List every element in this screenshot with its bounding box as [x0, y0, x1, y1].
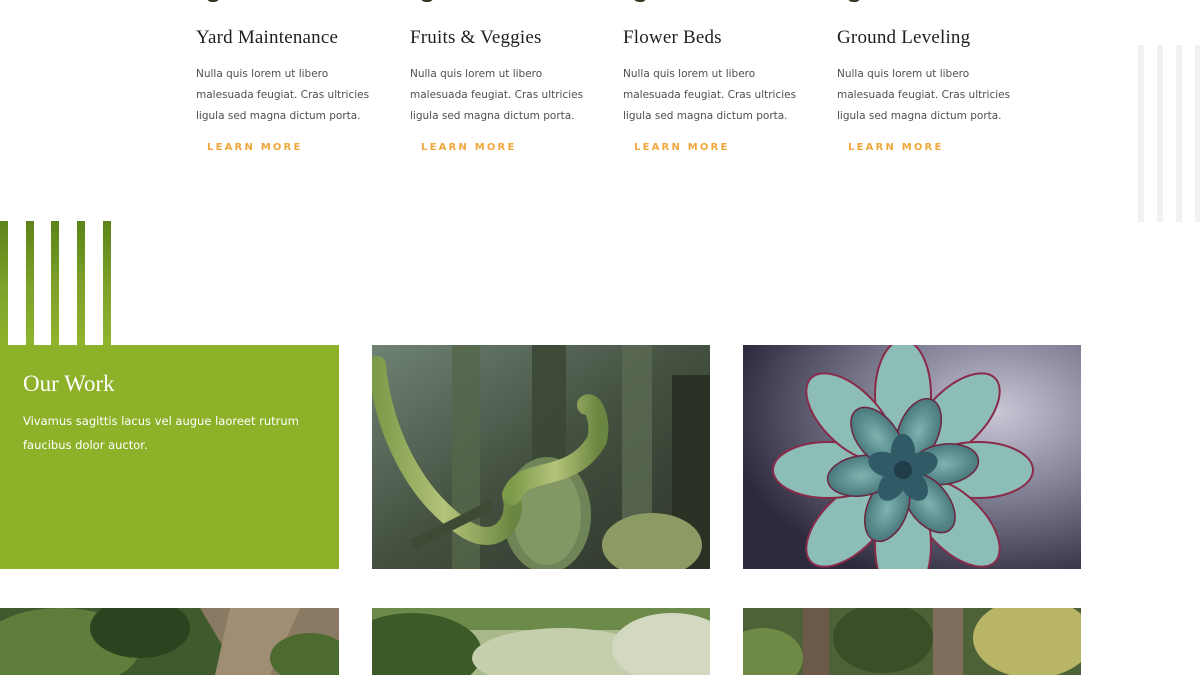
stripe [1195, 45, 1200, 222]
service-description: Nulla quis lorem ut libero malesuada feu… [623, 68, 797, 122]
succulent-photo-icon [743, 345, 1081, 569]
learn-more-link[interactable]: LEARN MORE [207, 142, 302, 153]
stripe [51, 221, 59, 345]
section-description: Vivamus sagittis lacus vel augue laoreet… [23, 414, 299, 452]
stripe [0, 221, 8, 345]
learn-more-link[interactable]: LEARN MORE [634, 142, 729, 153]
service-ground-leveling: Ground Leveling Nulla quis lorem ut libe… [837, 0, 1027, 155]
cactus-photo-icon [372, 345, 710, 569]
service-icon [847, 0, 861, 2]
gallery-image-shrub-garden[interactable] [372, 608, 710, 675]
stripe [1138, 45, 1144, 222]
stripe [77, 221, 85, 345]
service-title: Fruits & Veggies [410, 27, 542, 48]
section-title: Our Work [23, 371, 115, 396]
gallery-image-forest-plants[interactable] [743, 608, 1081, 675]
our-work-panel: Our Work Vivamus sagittis lacus vel augu… [0, 345, 339, 569]
gallery-image-succulent[interactable] [743, 345, 1081, 569]
decorative-stripes-right [1138, 45, 1200, 222]
garden-path-photo-icon [0, 608, 339, 675]
service-title: Yard Maintenance [196, 27, 339, 48]
service-icon [420, 0, 434, 2]
service-yard-maintenance: Yard Maintenance Nulla quis lorem ut lib… [196, 0, 386, 155]
stripe [1176, 45, 1182, 222]
forest-plants-photo-icon [743, 608, 1081, 675]
service-description: Nulla quis lorem ut libero malesuada feu… [837, 68, 1011, 122]
learn-more-link[interactable]: LEARN MORE [421, 142, 516, 153]
service-icon [633, 0, 647, 2]
learn-more-link[interactable]: LEARN MORE [848, 142, 943, 153]
stripe [103, 221, 111, 345]
service-title: Flower Beds [623, 27, 722, 48]
service-flower-beds: Flower Beds Nulla quis lorem ut libero m… [623, 0, 813, 155]
stripe [26, 221, 34, 345]
service-description: Nulla quis lorem ut libero malesuada feu… [410, 68, 584, 122]
decorative-stripes-left [0, 221, 112, 345]
service-title: Ground Leveling [837, 27, 971, 48]
service-description: Nulla quis lorem ut libero malesuada feu… [196, 68, 370, 122]
service-fruits-veggies: Fruits & Veggies Nulla quis lorem ut lib… [410, 0, 600, 155]
gallery-image-cactus[interactable] [372, 345, 710, 569]
service-icon [206, 0, 220, 2]
gallery-image-garden-path[interactable] [0, 608, 339, 675]
shrub-garden-photo-icon [372, 608, 710, 675]
stripe [1157, 45, 1163, 222]
